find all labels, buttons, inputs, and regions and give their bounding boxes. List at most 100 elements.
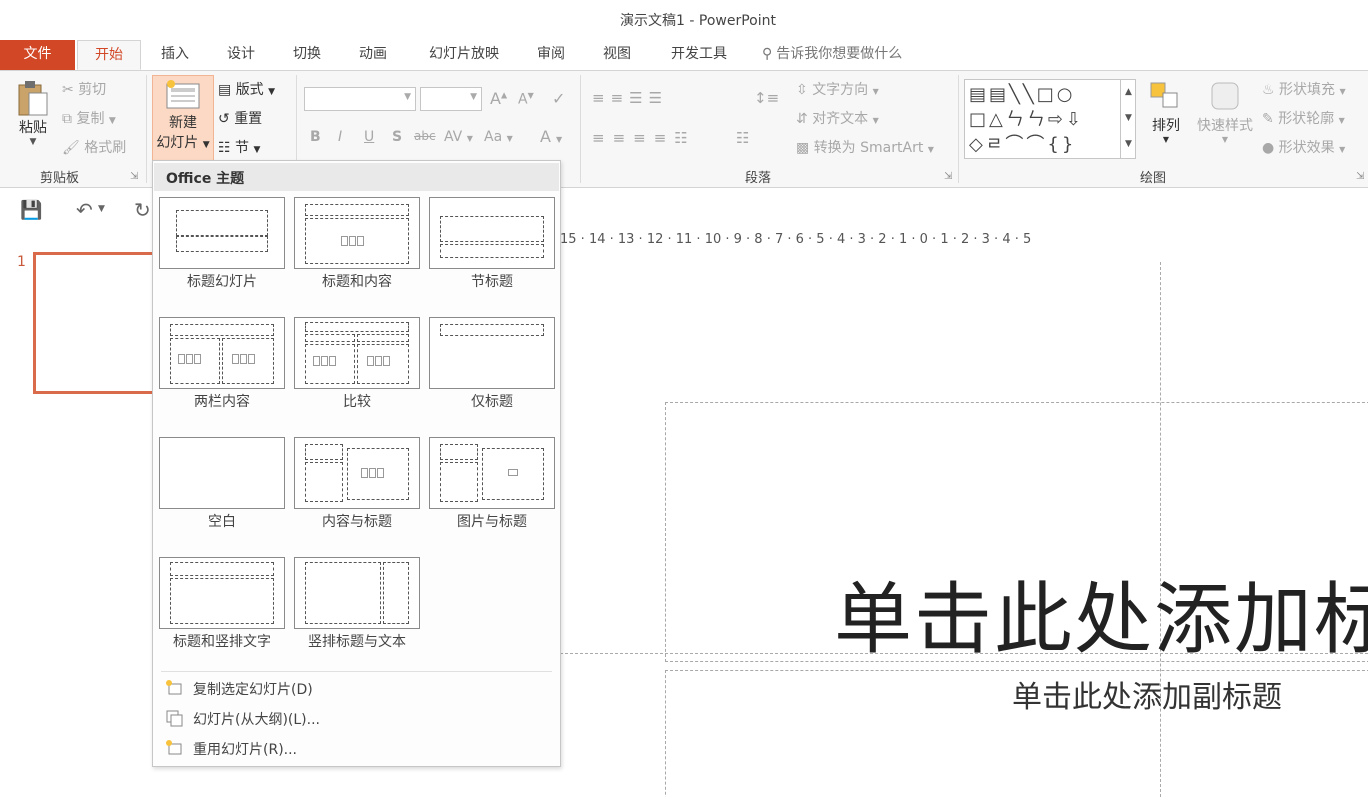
quick-styles-icon [1211,82,1239,110]
layout-section-header[interactable]: 节标题 [429,197,555,291]
font-name-combo[interactable]: ▼ [304,87,416,111]
clear-format-icon[interactable]: ✓ [552,89,565,108]
layout-content-caption[interactable]: 内容与标题 [294,437,420,531]
redo-icon[interactable]: ↻ [134,198,151,222]
paste-icon [18,81,48,116]
section-button[interactable]: ☷ 节 ▼ [218,137,260,157]
columns-icon[interactable]: ☷ [736,129,749,147]
content-icons [232,354,264,366]
bold-button[interactable]: B [310,129,321,145]
chevron-down-icon: ▼ [466,134,473,143]
arrange-label: 排列 [1152,118,1180,134]
layout-thumbnail [429,317,555,389]
new-slide-label: 新建 [169,115,197,131]
smartart-icon: ▩ [796,140,810,156]
layout-button[interactable]: ▤ 版式 ▼ [218,79,275,99]
align-text-button[interactable]: ⇵ 对齐文本 ▼ [796,108,879,128]
reset-button[interactable]: ↺ 重置 [218,108,262,128]
grow-font-button[interactable]: A▲ [490,89,507,108]
list-buttons[interactable]: ≡≡☰☰ [592,89,668,107]
tab-file[interactable]: 文件 [0,40,75,70]
clipboard-group-label: 剪贴板 [40,171,80,186]
scissors-icon: ✂ [62,82,74,98]
tab-review[interactable]: 审阅 [522,40,580,70]
paste-button[interactable]: 粘贴 ▼ [12,79,54,147]
tab-home[interactable]: 开始 [77,40,141,70]
placeholder-outline [440,324,544,336]
quick-access-toolbar: 💾 ↶ ▼ ↻ [0,188,152,234]
reuse-slides-item[interactable]: 重用幻灯片(R)... [159,735,554,761]
layout-picture-caption[interactable]: 图片与标题 [429,437,555,531]
shapes-gallery[interactable]: ▤▤╲╲□○ □△ㄣㄣ⇨⇩ ◇ㄹ⌒⌒{} [964,79,1136,159]
layout-title-content[interactable]: 标题和内容 [294,197,420,291]
tell-me-box[interactable]: ⚲ 告诉我你想要做什么 [762,40,902,70]
lightbulb-icon: ⚲ [762,46,773,62]
duplicate-slide-item[interactable]: 复制选定幻灯片(D) [159,675,554,701]
tab-developer[interactable]: 开发工具 [660,40,738,70]
copy-button[interactable]: ⧉ 复制 ▼ [62,108,116,128]
placeholder-outline [357,334,409,342]
placeholder-outline [305,334,355,342]
new-slide-button[interactable]: 新建 幻灯片 ▼ [152,75,214,161]
change-case-button[interactable]: Aa ▼ [484,129,513,145]
quick-styles-button[interactable]: 快速样式 ▼ [1194,79,1256,144]
strikethrough-button[interactable]: abc [414,129,436,143]
shape-outline-button[interactable]: ✎ 形状轮廓 ▼ [1262,108,1345,128]
placeholder-outline [440,462,478,502]
tab-slideshow[interactable]: 幻灯片放映 [418,40,510,70]
layout-title-vertical-text[interactable]: 标题和竖排文字 [159,557,285,651]
format-painter-button[interactable]: 🖌 格式刷 [62,137,126,157]
layout-comparison[interactable]: 比较 [294,317,420,411]
placeholder-outline [440,216,544,242]
font-size-combo[interactable]: ▼ [420,87,482,111]
align-buttons[interactable]: ≡≡≡≡☷ [592,129,696,147]
chevron-down-icon[interactable]: ▼ [98,204,105,214]
tab-animations[interactable]: 动画 [344,40,402,70]
slide-thumbnail[interactable] [33,252,163,394]
tab-design[interactable]: 设计 [212,40,270,70]
layout-vertical-title-text[interactable]: 竖排标题与文本 [294,557,420,651]
tab-view[interactable]: 视图 [588,40,646,70]
layout-thumbnail [159,317,285,389]
shadow-button[interactable]: S [392,129,402,145]
outline-icon [166,710,183,727]
paint-bucket-icon: ♨ [1262,82,1275,98]
shape-effects-button[interactable]: ● 形状效果 ▼ [1262,137,1345,157]
layout-blank[interactable]: 空白 [159,437,285,531]
underline-button[interactable]: U [364,129,374,145]
shrink-font-button[interactable]: A▼ [518,91,534,108]
line-spacing-icon[interactable]: ↕≡ [754,89,779,107]
cut-button[interactable]: ✂ 剪切 [62,79,106,99]
layout-title-slide[interactable]: 标题幻灯片 [159,197,285,291]
tab-transitions[interactable]: 切换 [278,40,336,70]
dialog-launcher-icon[interactable]: ⇲ [1356,171,1364,182]
dialog-launcher-icon[interactable]: ⇲ [130,171,138,182]
reset-label: 重置 [234,111,263,127]
slides-from-outline-item[interactable]: 幻灯片(从大纲)(L)... [159,705,554,731]
char-spacing-button[interactable]: AV ▼ [444,129,473,145]
layout-name: 仅标题 [471,394,513,410]
dialog-launcher-icon[interactable]: ⇲ [944,171,952,182]
group-separator [958,75,959,183]
save-icon[interactable]: 💾 [20,200,42,221]
quick-styles-label: 快速样式 [1197,118,1253,134]
text-direction-button[interactable]: ⇳ 文字方向 ▼ [796,79,879,99]
horizontal-ruler: 15 · 14 · 13 · 12 · 11 · 10 · 9 · 8 · 7 … [560,232,1368,258]
reuse-slides-label: 重用幻灯片(R)... [193,742,298,758]
chevron-down-icon: ▼ [108,116,116,126]
undo-icon[interactable]: ↶ [76,198,93,222]
smartart-button[interactable]: ▩ 转换为 SmartArt ▼ [796,137,934,157]
layout-title-only[interactable]: 仅标题 [429,317,555,411]
arrange-button[interactable]: 排列 ▼ [1146,79,1186,144]
copy-icon: ⧉ [62,111,72,127]
tab-insert[interactable]: 插入 [146,40,204,70]
chevron-down-icon: ▼ [1221,135,1229,144]
font-color-button[interactable]: A ▼ [540,127,562,146]
italic-button[interactable]: I [338,129,342,145]
chevron-down-icon: ▼ [1162,135,1170,144]
gallery-scroll[interactable]: ▲ ▼ ▼ [1120,79,1136,159]
effects-icon: ● [1262,140,1275,156]
shape-fill-button[interactable]: ♨ 形状填充 ▼ [1262,79,1346,99]
layout-two-content[interactable]: 两栏内容 [159,317,285,411]
reuse-slides-icon [166,740,182,755]
